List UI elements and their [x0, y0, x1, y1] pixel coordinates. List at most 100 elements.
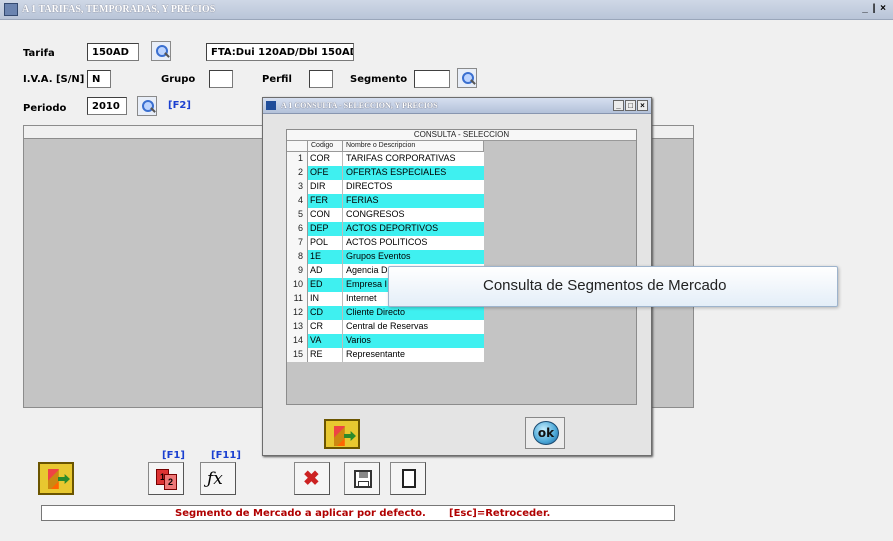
dialog-title: A 1 CONSULTA - SELECCION, Y PRECIOS	[281, 101, 438, 110]
periodo-label: Periodo	[23, 103, 67, 114]
row-number: 3	[287, 180, 308, 194]
row-number: 1	[287, 152, 308, 166]
maximize-icon[interactable]: □	[625, 100, 636, 111]
column-header-descripcion[interactable]: Nombre o Descripcion	[343, 141, 484, 152]
save-button[interactable]	[344, 462, 380, 495]
ok-label: ok	[533, 421, 559, 445]
row-code: OFE	[308, 166, 343, 180]
table-row[interactable]: 8 1E Grupos Eventos	[287, 250, 484, 264]
row-code: COR	[308, 152, 343, 166]
periodo-input[interactable]: 2010	[87, 97, 127, 115]
table-row[interactable]: 7 POL ACTOS POLITICOS	[287, 236, 484, 250]
floppy-icon	[354, 470, 372, 488]
periodo-search-icon[interactable]	[137, 96, 157, 116]
row-description: Grupos Eventos	[343, 250, 484, 264]
fx-icon: ƒx	[207, 469, 223, 489]
row-number: 9	[287, 264, 308, 278]
tarifa-input[interactable]: 150AD	[87, 43, 139, 61]
grid-title: CONSULTA - SELECCION	[287, 130, 636, 141]
tooltip-text: Consulta de Segmentos de Mercado	[483, 277, 727, 294]
f11-hint: [F11]	[211, 450, 241, 461]
grupo-input[interactable]	[209, 70, 233, 88]
row-description: TARIFAS CORPORATIVAS	[343, 152, 484, 166]
row-code: IN	[308, 292, 343, 306]
row-number: 2	[287, 166, 308, 180]
row-code: VA	[308, 334, 343, 348]
row-description: FERIAS	[343, 194, 484, 208]
dialog-exit-button[interactable]	[324, 419, 360, 449]
row-description: Cliente Directo	[343, 306, 484, 320]
row-code: CR	[308, 320, 343, 334]
dialog-titlebar: A 1 CONSULTA - SELECCION, Y PRECIOS _ □ …	[263, 98, 651, 114]
row-number: 15	[287, 348, 308, 362]
table-row[interactable]: 15 RE Representante	[287, 348, 484, 362]
row-code: ED	[308, 278, 343, 292]
row-code: RE	[308, 348, 343, 362]
row-number: 12	[287, 306, 308, 320]
app-icon	[4, 3, 18, 16]
close-icon[interactable]: ×	[637, 100, 648, 111]
row-number: 14	[287, 334, 308, 348]
table-row[interactable]: 5 CON CONGRESOS	[287, 208, 484, 222]
document-icon	[402, 469, 416, 488]
window-title: A 1 TARIFAS, TEMPORADAS, Y PRECIOS	[22, 4, 216, 15]
row-number: 5	[287, 208, 308, 222]
row-description: ACTOS DEPORTIVOS	[343, 222, 484, 236]
row-number: 10	[287, 278, 308, 292]
tarifa-description-field: FTA:Dui 120AD/Dbl 150AD	[206, 43, 354, 61]
segmento-input[interactable]	[414, 70, 450, 88]
segmentos-tooltip: Consulta de Segmentos de Mercado	[388, 266, 838, 307]
status-message: Segmento de Mercado a aplicar por defect…	[175, 508, 426, 519]
row-code: FER	[308, 194, 343, 208]
iva-label: I.V.A. [S/N]	[23, 74, 85, 85]
new-document-button[interactable]	[390, 462, 426, 495]
f1-hint: [F1]	[162, 450, 185, 461]
window-titlebar: A 1 TARIFAS, TEMPORADAS, Y PRECIOS _ | ×	[0, 0, 893, 20]
dialog-ok-button[interactable]: ok	[525, 417, 565, 449]
table-row[interactable]: 13 CR Central de Reservas	[287, 320, 484, 334]
window-controls[interactable]: _ | ×	[862, 3, 887, 14]
table-row[interactable]: 12 CD Cliente Directo	[287, 306, 484, 320]
row-code: 1E	[308, 250, 343, 264]
table-row[interactable]: 6 DEP ACTOS DEPORTIVOS	[287, 222, 484, 236]
delete-button[interactable]: ✖	[294, 462, 330, 495]
grid-corner	[287, 141, 308, 152]
minimize-icon[interactable]: _	[613, 100, 624, 111]
status-esc-hint: [Esc]=Retroceder.	[449, 508, 551, 519]
table-row[interactable]: 2 OFE OFERTAS ESPECIALES	[287, 166, 484, 180]
copy-pages-button[interactable]: 1 2	[148, 462, 184, 495]
status-bar: Segmento de Mercado a aplicar por defect…	[41, 505, 675, 521]
tarifa-search-icon[interactable]	[151, 41, 171, 61]
row-number: 6	[287, 222, 308, 236]
row-number: 13	[287, 320, 308, 334]
tarifa-label: Tarifa	[23, 48, 55, 59]
table-row[interactable]: 14 VA Varios	[287, 334, 484, 348]
row-description: CONGRESOS	[343, 208, 484, 222]
row-description: DIRECTOS	[343, 180, 484, 194]
delete-icon: ✖	[303, 468, 320, 490]
row-code: DIR	[308, 180, 343, 194]
table-row[interactable]: 1 COR TARIFAS CORPORATIVAS	[287, 152, 484, 166]
column-header-codigo[interactable]: Codigo	[308, 141, 343, 152]
row-code: CON	[308, 208, 343, 222]
row-description: ACTOS POLITICOS	[343, 236, 484, 250]
row-code: DEP	[308, 222, 343, 236]
exit-button[interactable]	[38, 462, 74, 495]
row-number: 4	[287, 194, 308, 208]
row-description: Varios	[343, 334, 484, 348]
row-description: Representante	[343, 348, 484, 362]
dialog-app-icon	[266, 101, 276, 110]
row-code: POL	[308, 236, 343, 250]
row-description: Central de Reservas	[343, 320, 484, 334]
perfil-input[interactable]	[309, 70, 333, 88]
table-row[interactable]: 3 DIR DIRECTOS	[287, 180, 484, 194]
row-code: CD	[308, 306, 343, 320]
row-code: AD	[308, 264, 343, 278]
grupo-label: Grupo	[161, 74, 196, 85]
iva-input[interactable]: N	[87, 70, 111, 88]
segmento-search-icon[interactable]	[457, 68, 477, 88]
function-fx-button[interactable]: ƒx	[200, 462, 236, 495]
table-row[interactable]: 4 FER FERIAS	[287, 194, 484, 208]
dialog-window-controls: _ □ ×	[613, 100, 648, 111]
segmento-label: Segmento	[350, 74, 408, 85]
